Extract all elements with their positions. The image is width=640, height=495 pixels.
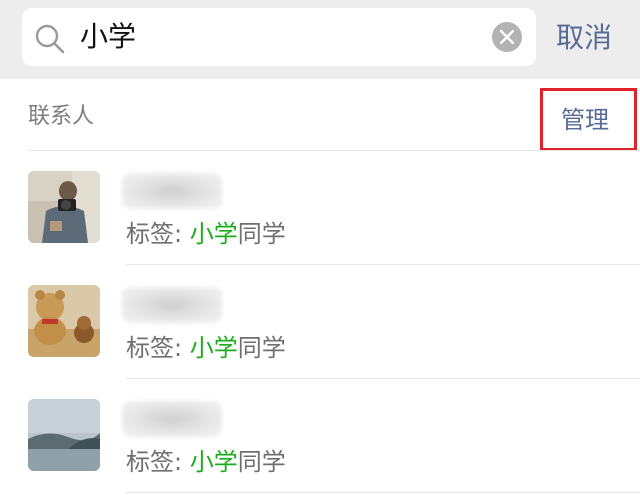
tag-match: 小学 — [189, 448, 238, 476]
list-item[interactable]: 标签: 小学同学 — [0, 151, 640, 265]
contact-name-blurred — [122, 173, 222, 209]
search-icon — [34, 23, 66, 55]
contact-name-blurred — [122, 287, 222, 323]
search-input[interactable]: 小学 — [22, 8, 536, 66]
contact-tag: 标签: 小学同学 — [126, 217, 286, 251]
list-item[interactable]: 标签: 小学同学 — [0, 265, 640, 379]
tag-suffix: 同学 — [237, 334, 286, 362]
contact-tag: 标签: 小学同学 — [126, 445, 286, 479]
cancel-button[interactable]: 取消 — [556, 18, 612, 58]
search-query-text: 小学 — [80, 20, 137, 53]
section-title: 联系人 — [28, 104, 95, 129]
tag-prefix: 标签: — [126, 334, 190, 362]
divider — [126, 492, 640, 493]
tag-match: 小学 — [189, 220, 238, 248]
lake-landscape-avatar — [28, 399, 100, 471]
tag-match: 小学 — [189, 334, 238, 362]
tag-prefix: 标签: — [126, 220, 190, 248]
tag-suffix: 同学 — [237, 448, 286, 476]
teddy-bear-avatar — [28, 285, 100, 357]
search-bar: 小学 取消 — [0, 0, 640, 79]
clear-icon[interactable] — [492, 22, 522, 52]
list-item[interactable]: 标签: 小学同学 — [0, 379, 640, 493]
contact-tag: 标签: 小学同学 — [126, 331, 286, 365]
tag-suffix: 同学 — [237, 220, 286, 248]
contact-name-blurred — [122, 401, 222, 437]
contacts-section-header: 联系人 管理 — [0, 79, 640, 151]
tag-prefix: 标签: — [126, 448, 190, 476]
manage-button[interactable]: 管理 — [561, 103, 609, 137]
person-with-camera-avatar — [28, 171, 100, 243]
